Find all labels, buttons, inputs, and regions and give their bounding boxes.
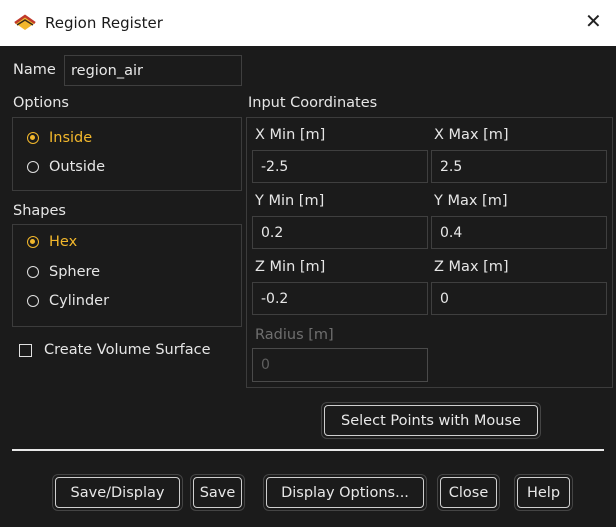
input-coordinates-label: Input Coordinates [248, 95, 378, 111]
radio-hex-label: Hex [49, 234, 78, 250]
radio-sphere[interactable]: Sphere [27, 264, 100, 280]
select-points-button[interactable]: Select Points with Mouse [321, 402, 541, 439]
y-min-input[interactable]: 0.2 [252, 216, 428, 249]
radio-indicator [27, 132, 39, 144]
x-min-label: X Min [m] [255, 127, 326, 143]
radius-input: 0 [252, 348, 428, 382]
radio-inside[interactable]: Inside [27, 130, 92, 146]
radio-indicator [27, 161, 39, 173]
radio-sphere-label: Sphere [49, 264, 101, 280]
help-button[interactable]: Help [514, 474, 573, 511]
region-register-dialog: Region Register ✕ Name region_air Option… [0, 0, 616, 527]
radio-inside-label: Inside [49, 130, 93, 146]
z-min-input[interactable]: -0.2 [252, 282, 428, 315]
save-display-button[interactable]: Save/Display [52, 474, 183, 511]
z-max-input[interactable]: 0 [431, 282, 607, 315]
name-label: Name [13, 62, 56, 78]
window-title: Region Register [45, 14, 163, 32]
y-max-label: Y Max [m] [434, 193, 508, 209]
title-bar[interactable]: Region Register ✕ [0, 0, 616, 46]
display-options-button[interactable]: Display Options... [263, 474, 427, 511]
y-min-label: Y Min [m] [255, 193, 325, 209]
create-volume-surface-checkbox[interactable]: Create Volume Surface [19, 342, 211, 358]
separator [12, 449, 604, 451]
radio-cylinder[interactable]: Cylinder [27, 293, 109, 309]
checkbox-box [19, 343, 32, 357]
options-group [12, 117, 242, 191]
radio-indicator [27, 295, 39, 307]
fluent-icon [14, 14, 36, 30]
radio-indicator [27, 266, 39, 278]
name-input[interactable]: region_air [64, 55, 242, 86]
radio-hex[interactable]: Hex [27, 234, 77, 250]
options-label: Options [13, 95, 69, 111]
x-max-input[interactable]: 2.5 [431, 150, 607, 183]
radio-outside[interactable]: Outside [27, 159, 105, 175]
radio-indicator [27, 236, 39, 248]
close-icon[interactable]: ✕ [585, 11, 602, 31]
shapes-label: Shapes [13, 203, 66, 219]
z-max-label: Z Max [m] [434, 259, 509, 275]
create-volume-surface-label: Create Volume Surface [44, 342, 211, 358]
x-max-label: X Max [m] [434, 127, 509, 143]
radius-label: Radius [m] [255, 327, 334, 343]
x-min-input[interactable]: -2.5 [252, 150, 428, 183]
save-button[interactable]: Save [190, 474, 245, 511]
z-min-label: Z Min [m] [255, 259, 326, 275]
radio-outside-label: Outside [49, 159, 105, 175]
radio-cylinder-label: Cylinder [49, 293, 110, 309]
close-button[interactable]: Close [437, 474, 500, 511]
y-max-input[interactable]: 0.4 [431, 216, 607, 249]
